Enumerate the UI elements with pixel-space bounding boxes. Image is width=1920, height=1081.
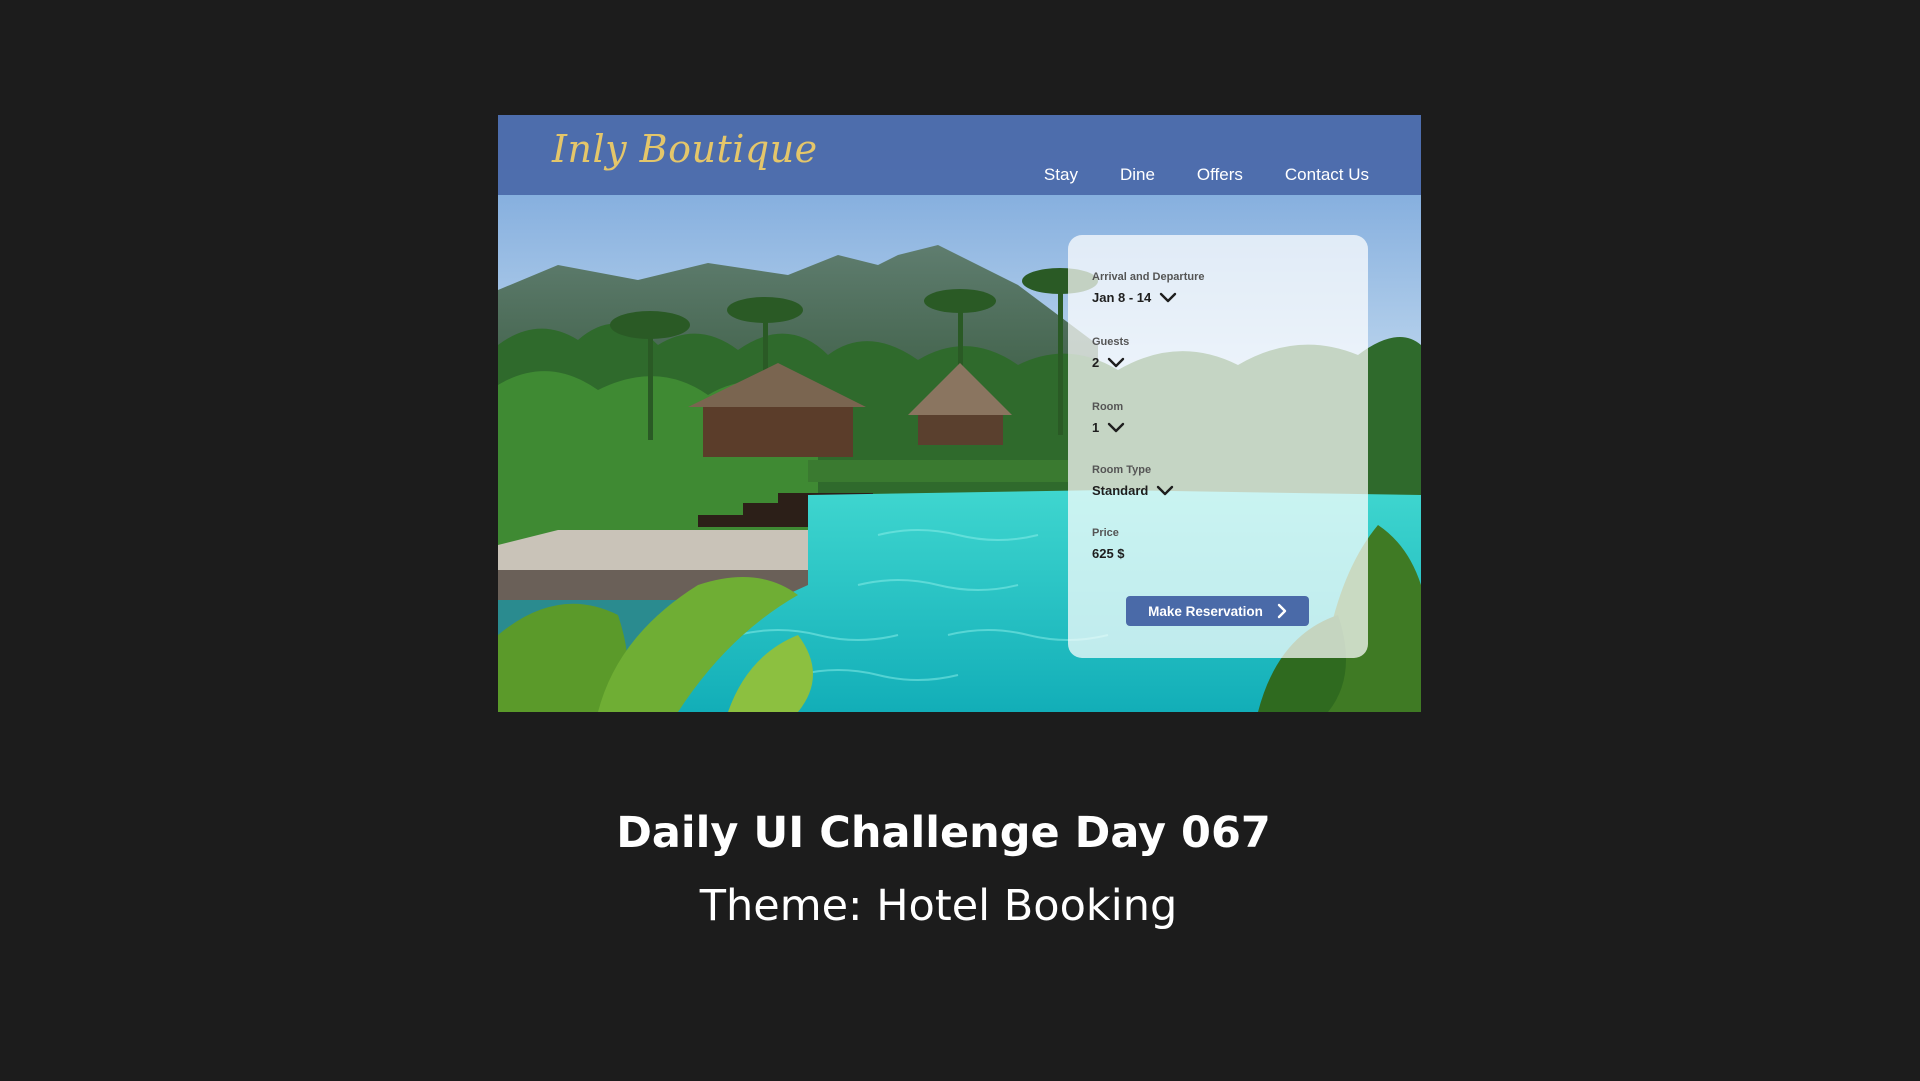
nav-item-stay[interactable]: Stay [1044,165,1078,185]
price-display: 625 $ [1092,546,1125,561]
guests-value: 2 [1092,355,1100,370]
challenge-title: Daily UI Challenge Day 067 [616,808,1271,858]
price-label: Price [1092,527,1119,539]
room-type-label: Room Type [1092,464,1152,476]
guests-field: Guests 2 [1092,336,1129,370]
room-type-select[interactable]: Standard [1092,483,1174,498]
nav-item-contact-us[interactable]: Contact Us [1285,165,1369,185]
arrival-departure-field: Arrival and Departure Jan 8 - 14 [1092,271,1204,305]
arrival-departure-select[interactable]: Jan 8 - 14 [1092,290,1204,305]
main-nav: Stay Dine Offers Contact Us [1044,165,1369,185]
guests-label: Guests [1092,336,1130,348]
room-type-field: Room Type Standard [1092,464,1174,498]
room-select[interactable]: 1 [1092,420,1125,435]
arrival-departure-label: Arrival and Departure [1092,271,1205,283]
price-field: Price 625 $ [1092,527,1125,561]
price-value: 625 $ [1092,546,1125,561]
challenge-theme: Theme: Hotel Booking [699,881,1178,931]
site-header: Inly Boutique Stay Dine Offers Contact U… [498,115,1421,195]
room-value: 1 [1092,420,1100,435]
chevron-down-icon[interactable] [1156,485,1174,497]
nav-item-offers[interactable]: Offers [1197,165,1243,185]
hotel-booking-mockup: Inly Boutique Stay Dine Offers Contact U… [498,115,1421,712]
guests-select[interactable]: 2 [1092,355,1129,370]
arrival-departure-value: Jan 8 - 14 [1092,290,1152,305]
room-field: Room 1 [1092,401,1125,435]
make-reservation-button[interactable]: Make Reservation [1126,596,1309,626]
chevron-down-icon[interactable] [1107,357,1125,369]
booking-form-card: Arrival and Departure Jan 8 - 14 Guests … [1068,235,1368,658]
room-label: Room [1092,401,1124,413]
nav-item-dine[interactable]: Dine [1120,165,1155,185]
make-reservation-label: Make Reservation [1148,603,1263,619]
chevron-down-icon[interactable] [1107,422,1125,434]
room-type-value: Standard [1092,483,1149,498]
chevron-right-icon [1277,603,1287,619]
chevron-down-icon[interactable] [1159,292,1177,304]
brand-logo[interactable]: Inly Boutique [552,127,818,171]
